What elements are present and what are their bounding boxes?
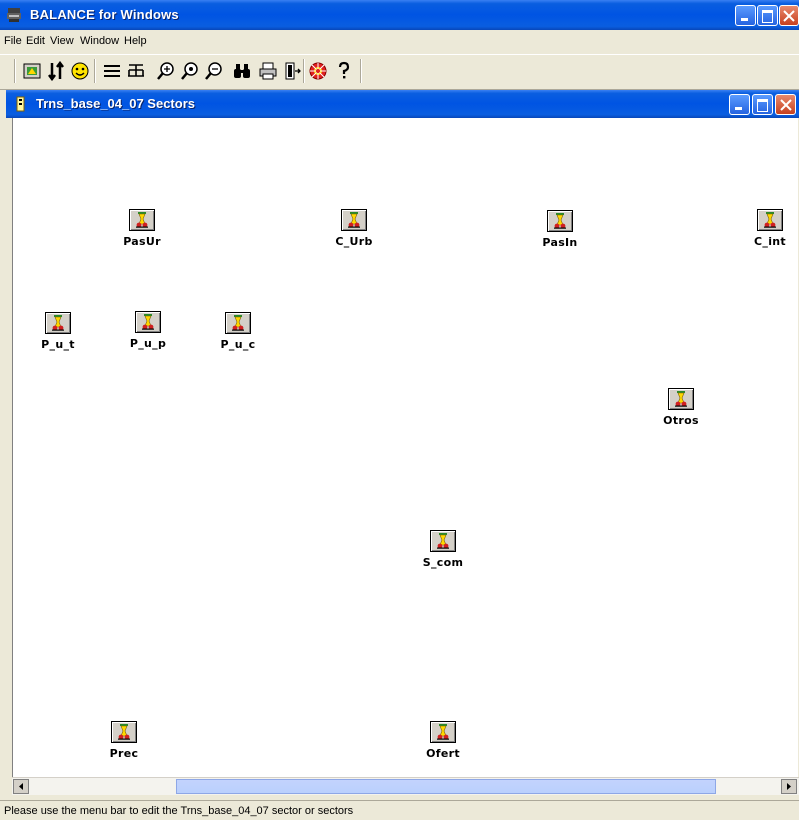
sector-label: PasIn [542, 236, 578, 249]
toolbar-separator [303, 59, 305, 83]
status-text: Please use the menu bar to edit the Trns… [4, 805, 354, 817]
sector-node-icon [430, 530, 456, 552]
menu-file[interactable]: File [4, 35, 22, 47]
menu-view[interactable]: View [50, 35, 74, 47]
app-title: BALANCE for Windows [30, 7, 179, 22]
sector-ofert[interactable]: Ofert [413, 721, 473, 760]
sector-otros[interactable]: Otros [651, 388, 711, 427]
minimize-button[interactable] [735, 5, 756, 26]
status-bar: Please use the menu bar to edit the Trns… [0, 800, 799, 820]
sector-label: PasUr [123, 235, 161, 248]
document-title: Trns_base_04_07 Sectors [36, 96, 195, 111]
minimize-icon [741, 18, 748, 21]
menu-help[interactable]: Help [124, 35, 147, 47]
arrows-icon[interactable] [46, 61, 66, 81]
sector-node-icon [757, 209, 783, 231]
close-button[interactable] [779, 5, 799, 26]
sector-c-urb[interactable]: C_Urb [324, 209, 384, 248]
binoculars-icon[interactable] [232, 61, 252, 81]
maximize-icon [757, 99, 768, 112]
sector-label: C_Urb [335, 235, 373, 248]
balance-app-icon [7, 8, 21, 22]
sector-node-icon [341, 209, 367, 231]
print-icon[interactable] [258, 61, 278, 81]
help-icon[interactable] [334, 61, 354, 81]
sector-label: P_u_c [220, 338, 256, 351]
sector-node-icon [129, 209, 155, 231]
sectors-document-window: Trns_base_04_07 Sectors PasUr C_Urb PasI… [6, 90, 799, 799]
sector-prec[interactable]: Prec [94, 721, 154, 760]
maximize-icon [762, 10, 773, 23]
new-sector-icon[interactable] [22, 61, 42, 81]
zoom-in-icon[interactable] [156, 61, 176, 81]
sector-node-icon [668, 388, 694, 410]
sector-node-icon [225, 312, 251, 334]
sector-label: C_int [754, 235, 786, 248]
doc-close-button[interactable] [775, 94, 796, 115]
arrow-right-icon [787, 783, 791, 790]
scroll-thumb[interactable] [176, 779, 716, 794]
sector-node-icon [135, 311, 161, 333]
sector-label: P_u_p [129, 337, 167, 350]
sector-node-icon [430, 721, 456, 743]
toolbar-separator [94, 59, 96, 83]
sector-label: P_u_t [41, 338, 75, 351]
menu-edit[interactable]: Edit [26, 35, 45, 47]
arrow-left-icon [19, 783, 23, 790]
sector-p-u-t[interactable]: P_u_t [28, 312, 88, 351]
zoom-fit-icon[interactable] [180, 61, 200, 81]
close-icon [780, 99, 792, 111]
sector-c-int[interactable]: C_int [742, 209, 798, 248]
menu-bar: File Edit View Window Help [0, 30, 799, 52]
horizontal-scrollbar[interactable] [12, 777, 799, 795]
toolbar [0, 54, 799, 90]
list-icon[interactable] [102, 61, 122, 81]
sector-label: Ofert [426, 747, 460, 760]
maximize-button[interactable] [757, 5, 778, 26]
document-icon [16, 96, 25, 112]
close-icon [783, 10, 795, 22]
toolbar-separator [360, 59, 362, 83]
sector-pasin[interactable]: PasIn [530, 210, 590, 249]
sector-label: S_com [422, 556, 464, 569]
document-titlebar[interactable]: Trns_base_04_07 Sectors [6, 90, 799, 118]
zoom-out-icon[interactable] [204, 61, 224, 81]
doc-minimize-button[interactable] [729, 94, 750, 115]
minimize-icon [735, 107, 742, 110]
sector-canvas: PasUr C_Urb PasIn C_int P_u_t P_u_p P_u_… [12, 118, 798, 777]
doc-maximize-button[interactable] [752, 94, 773, 115]
menu-window[interactable]: Window [80, 35, 119, 47]
smiley-icon[interactable] [70, 61, 90, 81]
sector-node-icon [547, 210, 573, 232]
sector-s-com[interactable]: S_com [413, 530, 473, 569]
sector-node-icon [111, 721, 137, 743]
toolbar-grip [14, 59, 16, 83]
sector-pasur[interactable]: PasUr [112, 209, 172, 248]
sector-label: Prec [109, 747, 139, 760]
app-titlebar[interactable]: BALANCE for Windows [0, 0, 799, 30]
app-window: BALANCE for Windows File Edit View Windo… [0, 0, 799, 820]
sector-label: Otros [663, 414, 699, 427]
sector-node-icon [45, 312, 71, 334]
sector-p-u-p[interactable]: P_u_p [118, 311, 178, 350]
scroll-left-button[interactable] [13, 779, 29, 794]
scroll-right-button[interactable] [781, 779, 797, 794]
sector-p-u-c[interactable]: P_u_c [208, 312, 268, 351]
tree-icon[interactable] [126, 61, 146, 81]
settings-wheel-icon[interactable] [308, 61, 328, 81]
exit-door-icon[interactable] [282, 61, 302, 81]
